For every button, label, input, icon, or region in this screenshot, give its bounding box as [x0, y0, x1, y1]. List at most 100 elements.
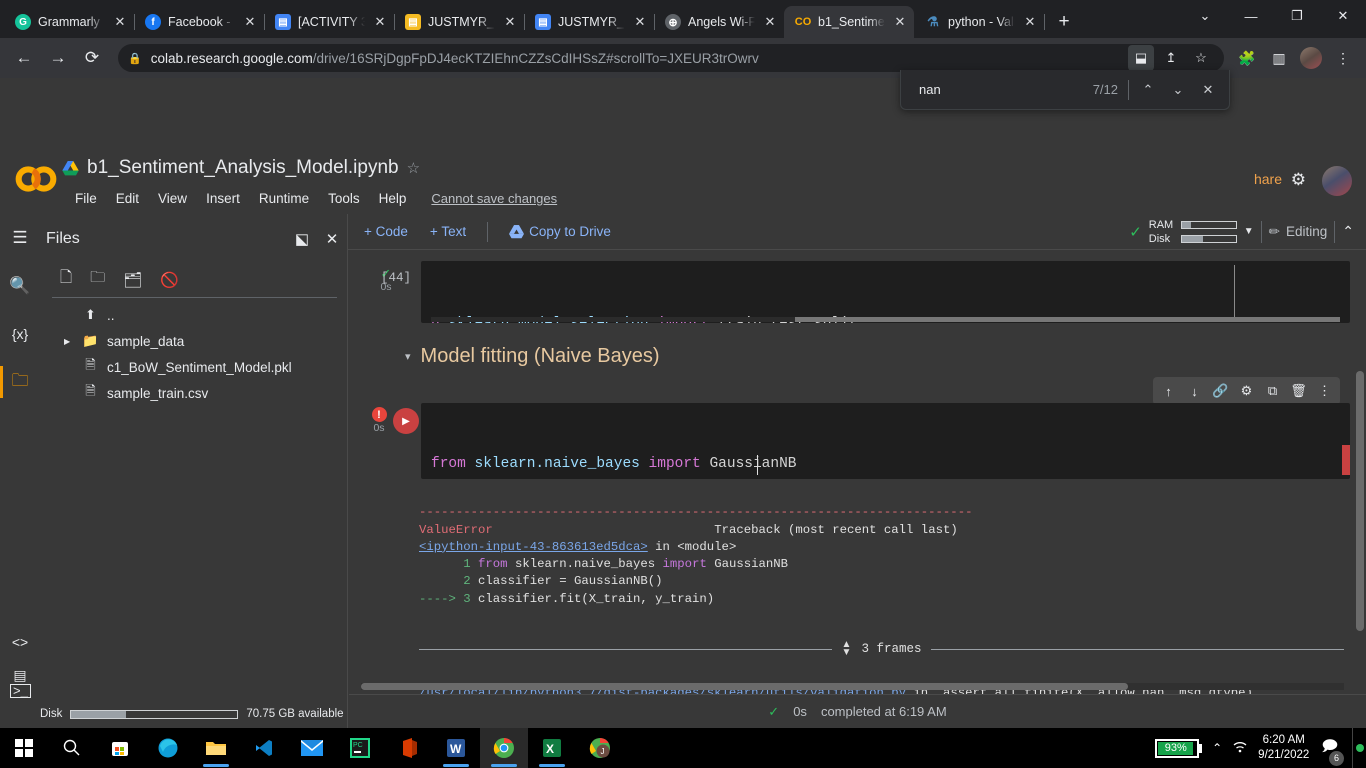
browser-tab-5[interactable]: ⊕ Angels Wi-Fi ✕	[654, 6, 784, 38]
table-of-contents-icon[interactable]: ☰	[0, 214, 40, 262]
add-code-cell-button[interactable]: + Code	[356, 221, 416, 242]
account-avatar[interactable]	[1322, 166, 1352, 196]
settings-gear-icon[interactable]: ⚙	[1291, 170, 1306, 190]
browser-tab-0[interactable]: G Grammarly ✕	[4, 6, 135, 38]
maximize-button[interactable]: ❐	[1274, 0, 1320, 32]
cell-1-editor[interactable]: n sklearn.model_selection import train_t…	[421, 261, 1350, 323]
tray-expand-icon[interactable]: ⌃	[1212, 741, 1222, 755]
save-status-label[interactable]: Cannot save changes	[424, 188, 564, 209]
menu-view[interactable]: View	[151, 188, 194, 209]
wifi-icon[interactable]	[1232, 740, 1248, 756]
search-icon[interactable]	[48, 728, 96, 768]
frames-collapser[interactable]: ▲ ▼ 3 frames	[419, 640, 1345, 658]
cell-hscrollbar[interactable]	[431, 317, 1340, 322]
new-tab-button[interactable]: +	[1050, 8, 1078, 36]
extensions-icon[interactable]: 🧩	[1232, 43, 1262, 73]
page-actions-icon[interactable]: ⬓	[1128, 45, 1154, 71]
tab-close-icon[interactable]: ✕	[242, 14, 258, 30]
menu-tools[interactable]: Tools	[321, 188, 367, 209]
expand-frames-icon[interactable]: ▲ ▼	[842, 640, 852, 658]
notification-center-icon[interactable]: 🗩 6	[1321, 736, 1344, 766]
browser-tab-2[interactable]: ▤ [ACTIVITY 3] \ ✕	[264, 6, 395, 38]
delete-cell-icon[interactable]: 🗑	[1286, 379, 1311, 404]
browser-tab-1[interactable]: f Facebook - lo ✕	[134, 6, 265, 38]
menu-runtime[interactable]: Runtime	[252, 188, 316, 209]
more-options-icon[interactable]: ⋮	[1312, 379, 1337, 404]
ram-disk-meter[interactable]: RAM Disk	[1149, 219, 1237, 245]
minimize-button[interactable]: —	[1228, 0, 1274, 32]
expand-caret-icon[interactable]: ▶	[64, 337, 74, 346]
tab-close-icon[interactable]: ✕	[892, 14, 908, 30]
find-close-icon[interactable]: ✕	[1193, 75, 1223, 105]
side-panel-icon[interactable]: ▥	[1264, 43, 1294, 73]
commands-icon[interactable]: ▤	[0, 667, 40, 684]
file-explorer-icon[interactable]	[192, 728, 240, 768]
excel-icon[interactable]: X	[528, 728, 576, 768]
menu-edit[interactable]: Edit	[109, 188, 146, 209]
tab-close-icon[interactable]: ✕	[632, 14, 648, 30]
notebook-hscrollbar[interactable]	[361, 683, 1344, 690]
profile-avatar[interactable]	[1296, 43, 1326, 73]
taskbar-clock[interactable]: 6:20 AM 9/21/2022	[1258, 733, 1309, 763]
menu-help[interactable]: Help	[372, 188, 414, 209]
tab-close-icon[interactable]: ✕	[1022, 14, 1038, 30]
list-item[interactable]: ▶ 📁 sample_data	[52, 328, 341, 354]
close-window-button[interactable]: ✕	[1320, 0, 1366, 32]
open-in-new-tab-icon[interactable]: ⧉	[1260, 379, 1285, 404]
new-window-icon[interactable]: ⬕	[287, 230, 317, 248]
chrome-profile-icon[interactable]: J	[576, 728, 624, 768]
collapse-caret-icon[interactable]: ▾	[405, 350, 411, 363]
code-cell-1[interactable]: ✓ 0s [44] n sklearn.model_selection impo…	[363, 261, 1350, 323]
list-item[interactable]: ⬆ ..	[52, 302, 341, 328]
code-cell-2[interactable]: ↑ ↓ 🔗 ⚙ ⧉ 🗑 ⋮ ! 0s ▶ from sklearn.naive_…	[363, 377, 1350, 479]
find-next-icon[interactable]: ⌄	[1163, 75, 1193, 105]
browser-tab-3[interactable]: ▤ JUSTMYR_GU ✕	[394, 6, 525, 38]
share-button[interactable]: hare	[1254, 171, 1282, 187]
refresh-folder-icon[interactable]: 🗀	[90, 267, 105, 292]
menu-file[interactable]: File	[68, 188, 104, 209]
tab-search-icon[interactable]: ⌄	[1182, 0, 1228, 32]
upload-file-icon[interactable]: 🗋	[60, 267, 72, 292]
link-to-cell-icon[interactable]: 🔗	[1208, 379, 1233, 404]
edge-icon[interactable]	[144, 728, 192, 768]
add-text-cell-button[interactable]: + Text	[422, 221, 474, 242]
ipython-input-link[interactable]: <ipython-input-43-863613ed5dca>	[419, 540, 648, 554]
cell-settings-icon[interactable]: ⚙	[1234, 379, 1259, 404]
terminal-icon[interactable]: >_	[10, 684, 31, 698]
more-menu-icon[interactable]: ⋮	[1328, 43, 1358, 73]
list-item[interactable]: 🗎 sample_train.csv	[52, 380, 341, 406]
tab-close-icon[interactable]: ✕	[502, 14, 518, 30]
bookmark-star-icon[interactable]: ☆	[1188, 45, 1214, 71]
run-cell-button[interactable]: ▶	[393, 408, 419, 434]
move-cell-up-icon[interactable]: ↑	[1156, 379, 1181, 404]
mail-icon[interactable]	[288, 728, 336, 768]
copy-to-drive-button[interactable]: Copy to Drive	[501, 221, 619, 242]
microsoft-store-icon[interactable]	[96, 728, 144, 768]
move-cell-down-icon[interactable]: ↓	[1182, 379, 1207, 404]
find-input[interactable]: nan	[919, 82, 1093, 97]
code-snippets-icon[interactable]: <>	[0, 634, 40, 650]
menu-insert[interactable]: Insert	[199, 188, 247, 209]
cell-2-editor[interactable]: from sklearn.naive_bayes import Gaussian…	[421, 403, 1350, 479]
files-icon[interactable]: 🗀	[0, 358, 40, 406]
browser-tab-6[interactable]: CO b1_Sentiment ✕	[784, 6, 914, 38]
notebook-title[interactable]: b1_Sentiment_Analysis_Model.ipynb	[87, 157, 399, 179]
close-icon[interactable]: ✕	[317, 230, 347, 248]
notebook-vscrollbar[interactable]	[1356, 251, 1364, 728]
browser-tab-4[interactable]: ▤ JUSTMYR_GU ✕	[524, 6, 655, 38]
office-icon[interactable]	[384, 728, 432, 768]
vscode-icon[interactable]	[240, 728, 288, 768]
browser-tab-7[interactable]: ⚗ python - Valu ✕	[914, 6, 1045, 38]
resource-dropdown-icon[interactable]: ▼	[1244, 226, 1254, 237]
variables-icon[interactable]: {x}	[0, 310, 40, 358]
battery-indicator[interactable]: 93%	[1155, 738, 1203, 758]
share-icon[interactable]: ↥	[1158, 45, 1184, 71]
reload-button[interactable]: ⟳	[76, 42, 108, 74]
tab-close-icon[interactable]: ✕	[112, 14, 128, 30]
star-icon[interactable]: ☆	[407, 159, 420, 177]
list-item[interactable]: 🗎 c1_BoW_Sentiment_Model.pkl	[52, 354, 341, 380]
tab-close-icon[interactable]: ✕	[372, 14, 388, 30]
find-previous-icon[interactable]: ⌃	[1133, 75, 1163, 105]
pycharm-icon[interactable]: PC	[336, 728, 384, 768]
markdown-section-heading[interactable]: ▾ Model fitting (Naive Bayes)	[405, 345, 1366, 368]
